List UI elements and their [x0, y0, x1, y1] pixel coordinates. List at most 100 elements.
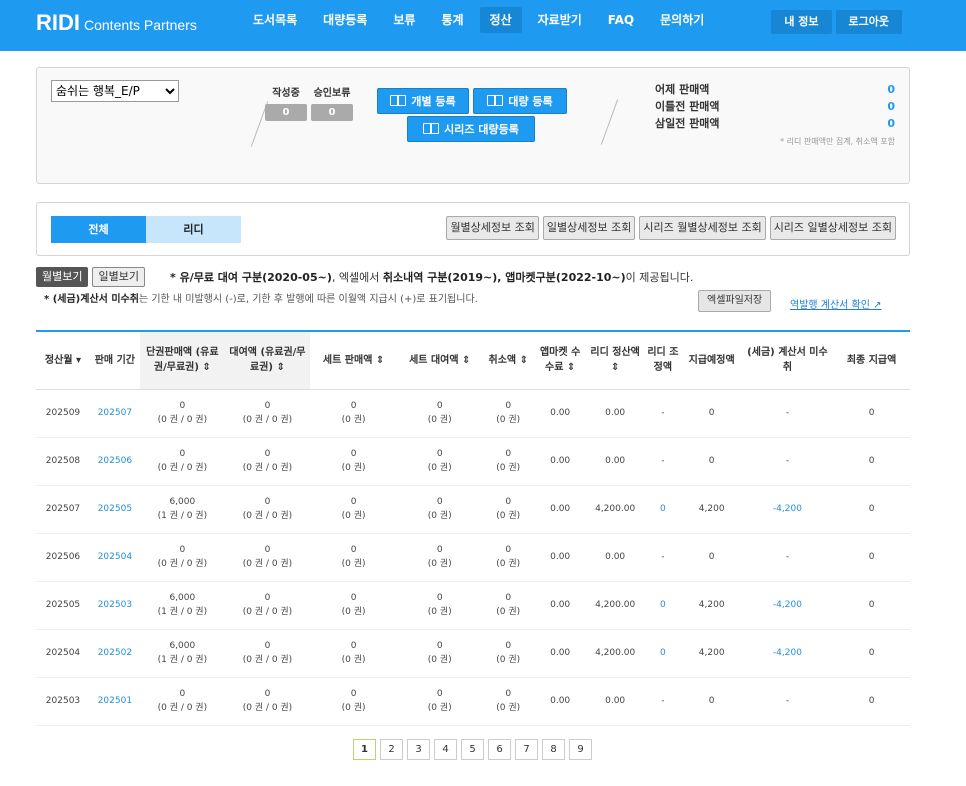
cell-value: 0: [505, 401, 512, 411]
cell-value: 0: [505, 449, 512, 459]
table-cell-final: 0: [833, 389, 910, 438]
table-cell-fee: 0.00: [534, 437, 587, 486]
table-cell-single: 0 (0 권 / 0 권): [139, 533, 225, 582]
pending-count[interactable]: 승인보류 0: [311, 84, 353, 121]
column-header[interactable]: (세금) 계산서 미수취: [741, 331, 834, 390]
notice-text: 는 기한 내 미발행시 (-)로, 기한 후 발행에 따른 이월액 지급시 (+…: [138, 294, 478, 305]
nav-item[interactable]: 보류: [383, 7, 425, 33]
table-cell-set-rent: 0 (0 권): [397, 677, 483, 726]
nav-item[interactable]: 문의하기: [650, 7, 714, 33]
cell-subvalue: (0 권): [427, 655, 452, 665]
cell-value: 202503: [45, 696, 81, 706]
cell-value: 202504: [97, 552, 133, 562]
page-button[interactable]: 4: [434, 739, 457, 760]
cell-value: -: [785, 696, 790, 706]
daily-view-button[interactable]: 일별보기: [92, 267, 145, 287]
nav-item[interactable]: 정산: [479, 7, 522, 33]
page-button[interactable]: 8: [542, 739, 565, 760]
logout-button[interactable]: 로그아웃: [835, 10, 902, 34]
book-select[interactable]: 숨쉬는 행복_E/P: [51, 80, 179, 102]
page-button[interactable]: 6: [488, 739, 511, 760]
ridi-logo[interactable]: RIDI Contents Partners: [36, 10, 197, 36]
reverse-invoice-link[interactable]: 역발행 계산서 확인 ↗: [790, 296, 882, 311]
nav-item[interactable]: 도서목록: [243, 7, 307, 33]
cell-value: 0: [436, 401, 443, 411]
monthly-detail-button[interactable]: 월별상세정보 조회: [446, 216, 539, 240]
settlement-table: 정산월 ▾ 판매 기간 단권판매액 (유료권/무료권) ⇕ 대여액 (유료권/무료권)…: [36, 330, 910, 726]
sales-row: 이틀전 판매액 0: [655, 98, 895, 115]
detail-query-buttons: 월별상세정보 조회 일별상세정보 조회 시리즈 월별상세정보 조회 시리즈 일별…: [442, 216, 896, 240]
column-header[interactable]: 세트 대여액 ⇕: [397, 331, 483, 390]
table-cell-tax: -: [741, 533, 834, 582]
sales-value: 0: [887, 83, 895, 96]
nav-item[interactable]: 자료받기: [528, 7, 592, 33]
page-button[interactable]: 1: [353, 739, 376, 760]
table-cell-period[interactable]: 202506: [89, 437, 140, 486]
column-header[interactable]: 세트 판매액 ⇕: [310, 331, 398, 390]
tab-ridi[interactable]: 리디: [146, 216, 241, 243]
page-button[interactable]: 7: [515, 739, 538, 760]
table-cell-cancel: 0 (0 권): [482, 581, 535, 630]
column-header[interactable]: 대여액 (유료권/무료권) ⇕: [224, 331, 310, 390]
table-cell-rent: 0 (0 권 / 0 권): [224, 581, 310, 630]
cell-value: 0: [179, 689, 186, 699]
table-cell-set-rent: 0 (0 권): [397, 533, 483, 582]
column-header[interactable]: 정산월 ▾: [36, 331, 90, 390]
column-header[interactable]: 판매 기간: [89, 331, 140, 390]
page-button[interactable]: 9: [569, 739, 592, 760]
table-cell-adjust: -: [644, 677, 682, 726]
cell-value: 202506: [45, 552, 81, 562]
single-register-button[interactable]: 개별 등록: [377, 88, 469, 114]
bulk-register-button[interactable]: 대량 등록: [473, 88, 567, 114]
table-row: 202506 202504 0 (0 권 / 0 권) 0 (0 권 / 0 권) 0 (0 …: [36, 533, 910, 582]
series-register-button[interactable]: 시리즈 대량등록: [407, 116, 535, 142]
daily-detail-button[interactable]: 일별상세정보 조회: [542, 216, 636, 240]
table-cell-period[interactable]: 202504: [89, 533, 140, 582]
cell-value: 0: [708, 408, 715, 418]
sales-note: * 리디 판매액만 집계, 취소액 포함: [780, 137, 895, 146]
nav-item[interactable]: FAQ: [598, 7, 644, 33]
column-header[interactable]: 취소액 ⇕: [482, 331, 535, 390]
table-cell-final: 0: [833, 533, 910, 582]
cell-subvalue: (0 권): [496, 703, 521, 713]
cell-value: 0: [264, 545, 271, 555]
cell-value: 0.00: [550, 408, 571, 418]
writing-count[interactable]: 작성중 0: [265, 84, 307, 121]
column-header[interactable]: 단권판매액 (유료권/무료권) ⇕: [139, 331, 225, 390]
table-cell-set-sale: 0 (0 권): [310, 437, 398, 486]
table-cell-period[interactable]: 202507: [89, 389, 140, 438]
column-header[interactable]: 지급예정액: [681, 331, 742, 390]
cell-value: 0: [708, 696, 715, 706]
cell-value: 0: [264, 593, 271, 603]
table-cell-set-rent: 0 (0 권): [397, 485, 483, 534]
cell-value: 0.00: [550, 456, 571, 466]
series-daily-detail-button[interactable]: 시리즈 일별상세정보 조회: [769, 216, 896, 240]
table-cell-period[interactable]: 202501: [89, 677, 140, 726]
excel-save-button[interactable]: 엑셀파일저장: [698, 290, 772, 312]
cell-value: -: [661, 696, 665, 706]
page-button[interactable]: 3: [407, 739, 430, 760]
cell-value: 0: [350, 449, 357, 459]
table-cell-set-rent: 0 (0 권): [397, 389, 483, 438]
cell-subvalue: (0 권): [496, 607, 521, 617]
table-cell-period[interactable]: 202502: [89, 629, 140, 678]
series-monthly-detail-button[interactable]: 시리즈 월별상세정보 조회: [639, 216, 766, 240]
page-button[interactable]: 5: [461, 739, 484, 760]
tab-all[interactable]: 전체: [51, 216, 146, 243]
table-cell-cancel: 0 (0 권): [482, 677, 535, 726]
notice-tax-invoice: * (세금)계산서 미수취는 기한 내 미발행시 (-)로, 기한 후 발행에 …: [44, 290, 478, 305]
column-header[interactable]: 리디 정산액 ⇕: [586, 331, 645, 390]
monthly-view-button[interactable]: 월별보기: [36, 267, 89, 287]
nav-item[interactable]: 통계: [431, 7, 473, 33]
notice-bold: * 유/무료 대여 구분(2020-05~): [170, 271, 332, 284]
table-row: 202509 202507 0 (0 권 / 0 권) 0 (0 권 / 0 권) 0 (0 …: [36, 389, 910, 438]
table-cell-period[interactable]: 202503: [89, 581, 140, 630]
column-header[interactable]: 앱마켓 수수료 ⇕: [534, 331, 587, 390]
my-info-button[interactable]: 내 정보: [771, 10, 832, 34]
page-button[interactable]: 2: [380, 739, 403, 760]
column-header[interactable]: 리디 조정액: [644, 331, 682, 390]
cell-subvalue: (0 권 / 0 권): [157, 415, 208, 425]
table-cell-period[interactable]: 202505: [89, 485, 140, 534]
nav-item[interactable]: 대량등록: [313, 7, 377, 33]
column-header[interactable]: 최종 지급액: [833, 331, 910, 390]
